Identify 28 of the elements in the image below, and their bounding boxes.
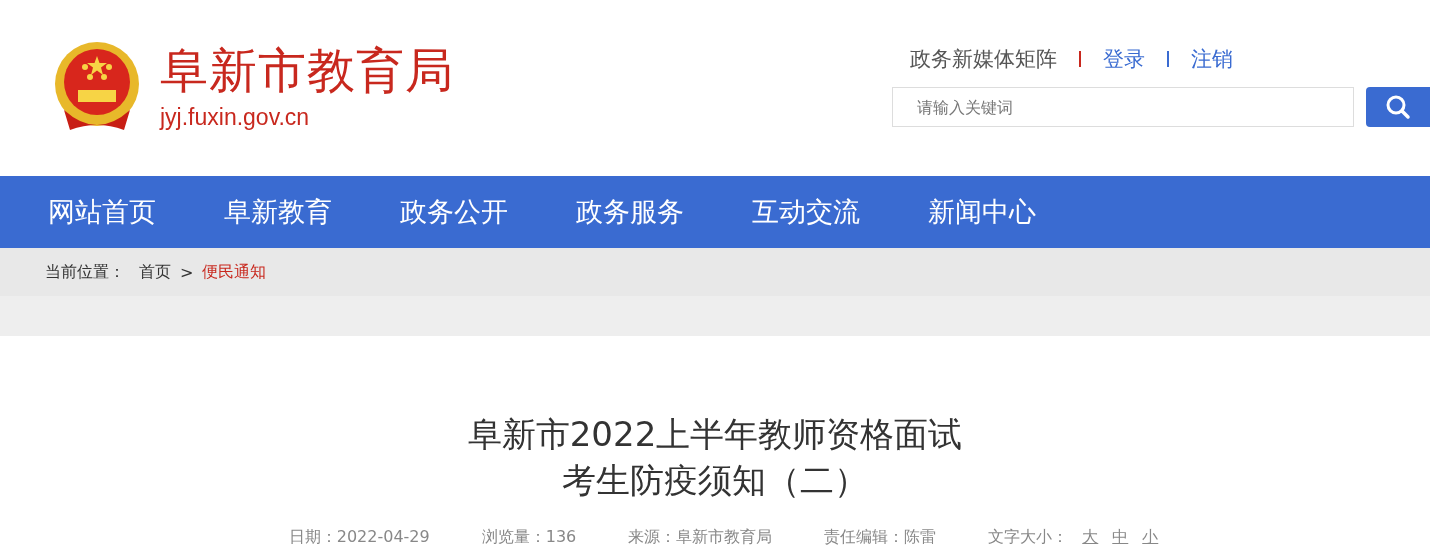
- site-domain: jyj.fuxin.gov.cn: [160, 104, 311, 131]
- font-size-option[interactable]: 大: [1082, 527, 1099, 548]
- meta-info: 来源：阜新市教育局: [628, 527, 773, 548]
- nav-item[interactable]: 阜新教育: [190, 176, 366, 248]
- font-size-label: 文字大小：: [988, 527, 1069, 548]
- nav-item[interactable]: 政务服务: [542, 176, 718, 248]
- search-button[interactable]: [1366, 87, 1430, 127]
- meta-info: 浏览量：136: [481, 527, 577, 548]
- font-size-option[interactable]: 小: [1142, 527, 1159, 548]
- font-size-option[interactable]: 中: [1112, 527, 1129, 548]
- header-label: 政务新媒体矩阵: [910, 46, 1057, 73]
- site-name: 阜新市教育局: [160, 41, 454, 100]
- nav-item[interactable]: 新闻中心: [894, 176, 1070, 248]
- meta-info: 日期：2022-04-29: [288, 527, 430, 548]
- breadcrumb-label: 当前位置：: [45, 261, 125, 283]
- breadcrumb-link[interactable]: 便民通知: [202, 261, 267, 283]
- nav-item[interactable]: 政务公开: [366, 176, 542, 248]
- nav-item[interactable]: 网站首页: [14, 176, 190, 248]
- nav-item[interactable]: 互动交流: [718, 176, 894, 248]
- article-title: 考生防疫须知（二）: [561, 459, 869, 502]
- search-field[interactable]: 请输入关键词: [892, 87, 1354, 127]
- header-link[interactable]: 注销: [1191, 45, 1233, 73]
- header-link[interactable]: 登录: [1103, 45, 1145, 73]
- search-icon: [1385, 94, 1411, 120]
- breadcrumb-separator: >: [180, 262, 194, 282]
- breadcrumb-link[interactable]: 首页: [139, 261, 171, 283]
- meta-info: 责任编辑：陈雷: [824, 527, 937, 548]
- article-title: 阜新市2022上半年教师资格面试: [467, 413, 963, 456]
